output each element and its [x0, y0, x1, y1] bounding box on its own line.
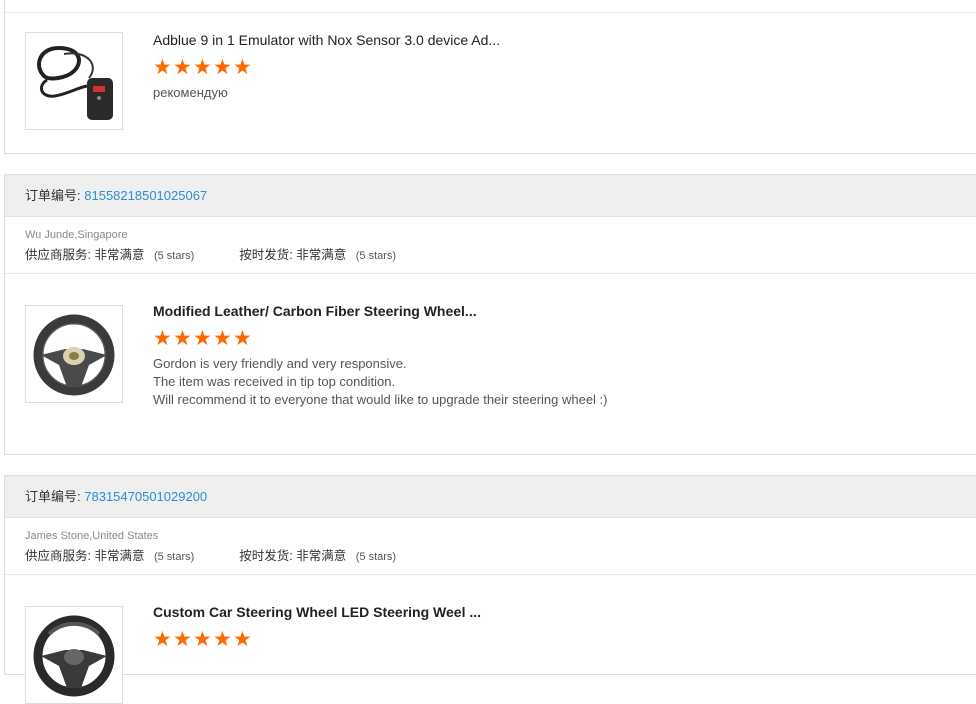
supplier-value: 非常满意 — [94, 248, 145, 262]
review-comment: Gordon is very friendly and very respons… — [153, 355, 608, 409]
buyer-meta: Wu Junde,Singapore 供应商服务: 非常满意 (5 stars)… — [5, 217, 976, 274]
review-comment-line: Will recommend it to everyone that would… — [153, 392, 608, 407]
rating-stars: ★★★★★ — [153, 56, 500, 79]
star-icon: ★ — [233, 628, 252, 651]
product-thumbnail[interactable] — [25, 606, 123, 704]
order-label: 订单编号: — [25, 489, 81, 504]
supplier-stars: (5 stars) — [153, 250, 195, 262]
star-icon: ★ — [173, 628, 192, 651]
product-thumbnail[interactable] — [25, 305, 123, 403]
star-icon: ★ — [233, 327, 252, 350]
review-comment: рекомендую — [153, 85, 228, 100]
order-number-link[interactable]: 81558218501025067 — [84, 188, 207, 203]
steering-wheel-icon — [33, 314, 115, 396]
delivery-stars: (5 stars) — [355, 250, 397, 262]
rating-stars: ★★★★★ — [153, 327, 608, 350]
delivery-label: 按时发货: — [239, 248, 293, 262]
star-icon: ★ — [153, 628, 172, 651]
review-block-3: 订单编号: 78315470501029200 James Stone,Unit… — [4, 475, 976, 704]
review-block-1: Adblue 9 in 1 Emulator with Nox Sensor 3… — [4, 0, 976, 154]
star-icon: ★ — [213, 628, 232, 651]
delivery-value: 非常满意 — [296, 248, 347, 262]
product-thumbnail[interactable] — [25, 32, 123, 130]
buyer-name: James Stone,United States — [25, 530, 159, 542]
star-icon: ★ — [213, 327, 232, 350]
led-steering-wheel-icon — [33, 615, 115, 697]
star-icon: ★ — [173, 327, 192, 350]
supplier-label: 供应商服务: — [25, 549, 91, 563]
service-ratings: 供应商服务: 非常满意 (5 stars) 按时发货: 非常满意 (5 star… — [25, 546, 963, 567]
review-block-2: 订单编号: 81558218501025067 Wu Junde,Singapo… — [4, 174, 976, 455]
star-icon: ★ — [173, 56, 192, 79]
buyer-meta: James Stone,United States 供应商服务: 非常满意 (5… — [5, 518, 976, 575]
delivery-stars: (5 stars) — [355, 551, 397, 563]
rating-stars: ★★★★★ — [153, 628, 481, 651]
delivery-value: 非常满意 — [296, 549, 347, 563]
star-icon: ★ — [153, 327, 172, 350]
order-header: 订单编号: 81558218501025067 — [5, 175, 976, 217]
adblue-emulator-icon — [37, 45, 113, 120]
supplier-value: 非常满意 — [94, 549, 145, 563]
order-number-link[interactable]: 78315470501029200 — [84, 489, 207, 504]
service-ratings: 供应商服务: 非常满意 (5 stars) 按时发货: 非常满意 (5 star… — [25, 245, 963, 266]
review-comment-line: Gordon is very friendly and very respons… — [153, 356, 407, 371]
product-title[interactable]: Modified Leather/ Carbon Fiber Steering … — [153, 303, 608, 319]
star-icon: ★ — [153, 56, 172, 79]
star-icon: ★ — [213, 56, 232, 79]
supplier-stars: (5 stars) — [153, 551, 195, 563]
product-title[interactable]: Adblue 9 in 1 Emulator with Nox Sensor 3… — [153, 32, 500, 48]
buyer-name: Wu Junde,Singapore — [25, 229, 128, 241]
star-icon: ★ — [193, 628, 212, 651]
star-icon: ★ — [233, 56, 252, 79]
star-icon: ★ — [193, 327, 212, 350]
supplier-label: 供应商服务: — [25, 248, 91, 262]
delivery-label: 按时发货: — [239, 549, 293, 563]
order-label: 订单编号: — [25, 188, 81, 203]
block-top-divider — [5, 0, 976, 13]
star-icon: ★ — [193, 56, 212, 79]
order-header: 订单编号: 78315470501029200 — [5, 476, 976, 518]
review-comment-line: The item was received in tip top conditi… — [153, 374, 396, 389]
product-title[interactable]: Custom Car Steering Wheel LED Steering W… — [153, 604, 481, 620]
